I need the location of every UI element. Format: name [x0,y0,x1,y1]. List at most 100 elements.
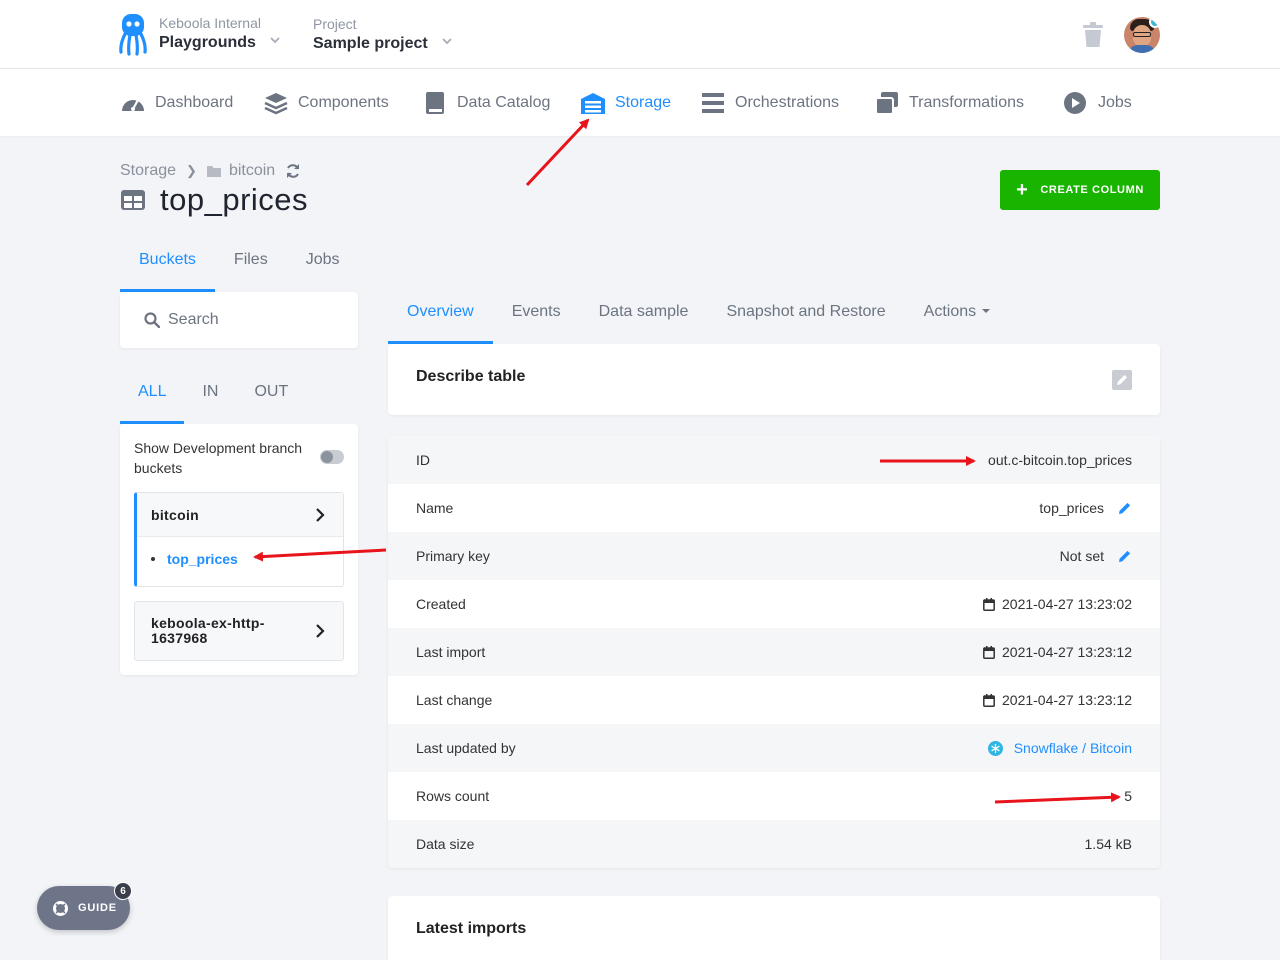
plus-icon: + [1016,179,1029,201]
storage-tabs: Buckets Files Jobs [120,240,359,292]
status-dot [1149,17,1160,28]
bucket-header[interactable]: bitcoin [137,493,343,537]
detail-label: Data size [416,836,475,852]
gauge-icon [122,98,144,111]
detail-label: Last updated by [416,740,516,756]
bucket-name: bitcoin [151,506,199,523]
nav-data-catalog[interactable]: Data Catalog [422,91,550,115]
nav-orchestrations[interactable]: Orchestrations [700,91,839,115]
detail-label: Last change [416,692,493,708]
create-column-label: CREATE COLUMN [1040,184,1144,196]
detail-value: 2021-04-27 13:23:12 [983,644,1132,660]
page-title-row: top_prices [120,182,308,218]
trash-icon[interactable] [1082,22,1104,48]
detail-label: Rows count [416,788,490,804]
tab-all[interactable]: ALL [120,372,185,424]
detail-value: out.c-bitcoin.top_prices [988,452,1132,468]
org-label: Keboola Internal [159,15,261,31]
nav-components[interactable]: Components [263,91,389,115]
tab-jobs[interactable]: Jobs [287,240,359,292]
detail-value: 1.54 kB [1084,836,1132,852]
organization-selector[interactable]: Keboola Internal Playgrounds [159,15,280,52]
tab-in[interactable]: IN [184,372,236,424]
detail-row-name: Name top_prices [388,484,1160,532]
play-icon [1064,92,1086,114]
bucket-item: bitcoin top_prices [134,492,344,587]
bucket-list-panel: Show Development branch buckets bitcoin … [120,424,358,675]
latest-imports-card: Latest imports [388,896,1160,960]
refresh-icon[interactable] [285,163,301,179]
main-nav: Dashboard Components Data Catalog Storag… [0,69,1280,136]
windows-icon [875,92,898,115]
tab-files[interactable]: Files [215,240,287,292]
search-icon [144,312,160,328]
detail-value: 2021-04-27 13:23:02 [983,596,1132,612]
table-icon [121,190,145,210]
nav-label: Jobs [1098,94,1132,111]
detail-label: Last import [416,644,486,660]
tab-snapshot-restore[interactable]: Snapshot and Restore [707,292,904,344]
calendar-icon [983,693,995,707]
tab-events[interactable]: Events [493,292,580,344]
detail-row-created: Created 2021-04-27 13:23:02 [388,580,1160,628]
caret-down-icon [982,309,991,313]
breadcrumb-separator: ❯ [186,163,197,178]
nav-storage[interactable]: Storage [580,91,671,115]
describe-table-card: Describe table [388,344,1160,415]
layers-icon [264,93,288,115]
detail-row-rows-count: Rows count 5 [388,772,1160,820]
bucket-filter-tabs: ALL IN OUT [120,372,306,424]
guide-badge: 6 [114,882,132,900]
bucket-item[interactable]: keboola-ex-http-1637968 [134,601,344,661]
pencil-icon[interactable] [1118,501,1132,515]
page-title: top_prices [160,182,309,217]
bars-icon [702,93,724,113]
last-updated-by-link[interactable]: Snowflake / Bitcoin [987,740,1132,756]
detail-value: 2021-04-27 13:23:12 [983,692,1132,708]
detail-value: top_prices [1039,500,1132,516]
table-link-label: top_prices [167,551,238,567]
breadcrumb-bucket-link[interactable]: bitcoin [229,162,275,180]
describe-table-label: Describe table [416,368,526,385]
detail-value: 5 [1124,788,1132,804]
breadcrumb: Storage ❯ bitcoin [120,162,301,180]
guide-button[interactable]: GUIDE 6 [37,882,132,930]
chevron-down-icon [442,38,452,45]
org-value: Playgrounds [159,34,256,51]
snowflake-icon [987,740,1003,756]
nav-label: Components [298,94,389,111]
nav-jobs[interactable]: Jobs [1063,91,1132,115]
nav-transformations[interactable]: Transformations [874,91,1024,115]
tab-actions[interactable]: Actions [905,292,1009,344]
storage-icon [581,93,605,114]
nav-dashboard[interactable]: Dashboard [120,91,233,115]
edit-icon[interactable] [1112,370,1132,390]
detail-label: Created [416,596,466,612]
table-tabs: Overview Events Data sample Snapshot and… [388,292,1009,344]
tab-out[interactable]: OUT [236,372,306,424]
tab-buckets[interactable]: Buckets [120,240,215,292]
chevron-right-icon [316,624,325,638]
search-input[interactable] [168,311,338,329]
tab-data-sample[interactable]: Data sample [580,292,708,344]
detail-row-primary-key: Primary key Not set [388,532,1160,580]
detail-value: Not set [1060,548,1132,564]
create-column-button[interactable]: + CREATE COLUMN [1000,170,1160,210]
search-box [120,292,358,348]
chevron-down-icon [270,37,280,44]
detail-row-last-change: Last change 2021-04-27 13:23:12 [388,676,1160,724]
detail-row-last-updated-by: Last updated by Snowflake / Bitcoin [388,724,1160,772]
pencil-icon[interactable] [1118,549,1132,563]
keboola-logo-icon[interactable] [118,14,148,56]
project-selector[interactable]: Project Sample project [313,16,452,53]
bucket-name: keboola-ex-http-1637968 [151,615,265,646]
book-icon [426,92,444,114]
breadcrumb-storage-link[interactable]: Storage [120,162,176,180]
table-link[interactable]: top_prices [151,551,238,567]
dev-branch-toggle[interactable] [320,450,344,464]
calendar-icon [983,645,995,659]
tab-overview[interactable]: Overview [388,292,493,344]
user-avatar[interactable] [1124,17,1160,53]
table-details: ID out.c-bitcoin.top_prices Name top_pri… [388,436,1160,868]
detail-row-data-size: Data size 1.54 kB [388,820,1160,868]
